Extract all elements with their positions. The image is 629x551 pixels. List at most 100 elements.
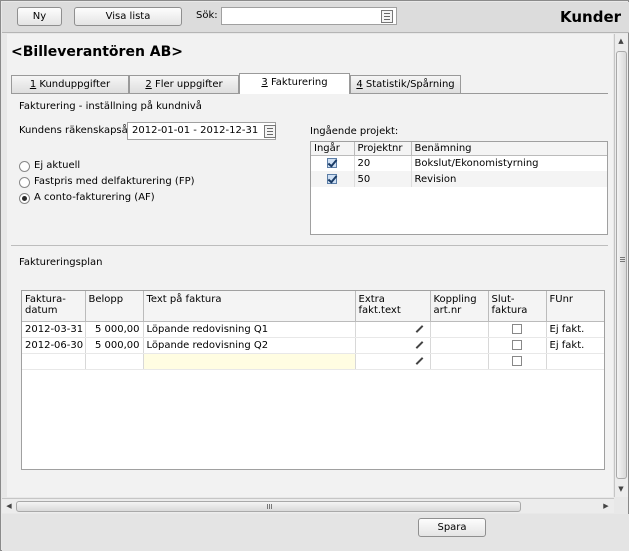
final-invoice-checkbox[interactable] <box>512 355 522 366</box>
tab-label: Fler uppgifter <box>151 79 223 90</box>
billing-plan-table: Faktura-datum Belopp Text på faktura Ext… <box>21 290 605 470</box>
invoice-text[interactable]: Löpande redovisning Q1 <box>143 321 356 338</box>
col-header-projektnr[interactable]: Projektnr <box>354 142 412 156</box>
invoice-text[interactable] <box>143 353 356 370</box>
article-link[interactable] <box>430 337 489 354</box>
plan-heading: Faktureringsplan <box>19 257 103 268</box>
billing-heading: Fakturering - inställning på kundnivå <box>19 101 202 112</box>
invoice-date[interactable]: 2012-06-30 <box>22 337 86 354</box>
col-header-fakturadatum[interactable]: Faktura-datum <box>22 291 86 322</box>
vertical-scroll-thumb[interactable] <box>616 51 627 479</box>
grip-icon <box>267 504 268 509</box>
project-number: 50 <box>354 171 412 187</box>
customer-form: <Billeverantören AB> 1 Kunduppgifter 2 F… <box>7 34 613 497</box>
col-header-koppling[interactable]: Koppling art.nr <box>430 291 489 322</box>
projects-table: Ingår Projektnr Benämning 20 Bokslut/Eko… <box>310 141 608 235</box>
table-row[interactable]: 50 Revision <box>311 171 607 187</box>
show-list-button[interactable]: Visa lista <box>74 7 182 26</box>
app-window: Ny Visa lista Sök: Kunder <Billeverantör… <box>0 0 629 551</box>
projects-header-row: Ingår Projektnr Benämning <box>311 142 607 156</box>
final-invoice-checkbox[interactable] <box>512 323 522 334</box>
tab-statistik[interactable]: 4 Statistik/Spårning <box>350 75 461 93</box>
extra-text-cell[interactable] <box>355 321 431 338</box>
vertical-scrollbar[interactable]: ▲ ▼ <box>614 34 628 497</box>
scroll-down-icon[interactable]: ▼ <box>615 485 627 494</box>
tab-fakturering[interactable]: 3 Fakturering <box>239 73 350 94</box>
header-line: Slut- <box>491 294 515 305</box>
tab-kunduppgifter[interactable]: 1 Kunduppgifter <box>11 75 129 93</box>
header-line: datum <box>25 305 58 316</box>
amount[interactable]: 5 000,00 <box>85 321 144 338</box>
header-line: Faktura- <box>25 294 66 305</box>
amount[interactable] <box>85 353 144 370</box>
horizontal-scrollbar[interactable]: ◀ ▶ <box>2 498 614 513</box>
scroll-left-icon[interactable]: ◀ <box>3 502 15 511</box>
col-header-funr[interactable]: FUnr <box>546 291 604 322</box>
new-button[interactable]: Ny <box>17 7 62 26</box>
radio-a-conto[interactable] <box>19 193 30 204</box>
pencil-icon[interactable] <box>415 340 423 349</box>
table-row[interactable]: 20 Bokslut/Ekonomistyrning <box>311 155 607 171</box>
included-cell <box>311 171 355 187</box>
save-button[interactable]: Spara <box>418 518 486 537</box>
list-picker-icon[interactable] <box>381 10 393 23</box>
project-name: Revision <box>411 171 607 187</box>
section-divider <box>11 245 608 246</box>
tab-label: Fakturering <box>267 77 328 88</box>
pencil-icon[interactable] <box>415 324 423 333</box>
included-checkbox[interactable] <box>327 173 338 184</box>
included-checkbox[interactable] <box>327 157 338 168</box>
col-header-ingar[interactable]: Ingår <box>311 142 355 156</box>
pencil-icon[interactable] <box>415 356 423 365</box>
table-row[interactable]: 2012-06-30 5 000,00 Löpande redovisning … <box>22 337 604 354</box>
final-invoice-cell <box>488 321 547 338</box>
article-link[interactable] <box>430 353 489 370</box>
final-invoice-cell <box>488 337 547 354</box>
grip-icon <box>620 257 625 258</box>
invoice-text[interactable]: Löpande redovisning Q2 <box>143 337 356 354</box>
header-line: fakt.text <box>358 305 401 316</box>
project-name: Bokslut/Ekonomistyrning <box>411 155 607 171</box>
table-row[interactable]: 2012-03-31 5 000,00 Löpande redovisning … <box>22 321 604 338</box>
projects-heading: Ingående projekt: <box>310 126 399 137</box>
header-line: art.nr <box>433 305 462 316</box>
plan-header-row: Faktura-datum Belopp Text på faktura Ext… <box>22 291 604 322</box>
header-line: faktura <box>491 305 528 316</box>
header-line: Extra <box>358 294 385 305</box>
calendar-picker-icon[interactable] <box>264 125 276 138</box>
included-cell <box>311 155 355 171</box>
col-header-slutfaktura[interactable]: Slut-faktura <box>488 291 547 322</box>
footer-bar: Spara <box>2 514 629 551</box>
col-header-extra[interactable]: Extra fakt.text <box>355 291 431 322</box>
tab-label: Statistik/Spårning <box>362 79 455 90</box>
table-row[interactable] <box>22 353 604 370</box>
tab-label: Kunduppgifter <box>36 79 111 90</box>
section-title: Kunder <box>560 8 622 26</box>
invoice-date[interactable]: 2012-03-31 <box>22 321 86 338</box>
scroll-up-icon[interactable]: ▲ <box>615 37 627 46</box>
extra-text-cell[interactable] <box>355 353 431 370</box>
tab-fler-uppgifter[interactable]: 2 Fler uppgifter <box>129 75 239 93</box>
extra-text-cell[interactable] <box>355 337 431 354</box>
col-header-text[interactable]: Text på faktura <box>143 291 356 322</box>
radio-label-fastpris: Fastpris med delfakturering (FP) <box>34 176 195 187</box>
article-link[interactable] <box>430 321 489 338</box>
search-label: Sök: <box>196 10 218 21</box>
invoice-date[interactable] <box>22 353 86 370</box>
radio-label-a-conto: A conto-fakturering (AF) <box>34 192 155 203</box>
radio-ej-aktuell[interactable] <box>19 161 30 172</box>
scroll-right-icon[interactable]: ▶ <box>600 502 612 511</box>
col-header-benamning[interactable]: Benämning <box>411 142 607 156</box>
col-header-belopp[interactable]: Belopp <box>85 291 144 322</box>
project-number: 20 <box>354 155 412 171</box>
funr: Ej fakt. <box>546 337 604 354</box>
final-invoice-cell <box>488 353 547 370</box>
fiscal-year-input[interactable]: 2012-01-01 - 2012-12-31 <box>127 122 276 140</box>
radio-label-ej-aktuell: Ej aktuell <box>34 160 81 171</box>
horizontal-scroll-thumb[interactable] <box>16 501 521 512</box>
funr: Ej fakt. <box>546 321 604 338</box>
search-input[interactable] <box>221 7 397 25</box>
final-invoice-checkbox[interactable] <box>512 339 522 350</box>
amount[interactable]: 5 000,00 <box>85 337 144 354</box>
radio-fastpris[interactable] <box>19 177 30 188</box>
